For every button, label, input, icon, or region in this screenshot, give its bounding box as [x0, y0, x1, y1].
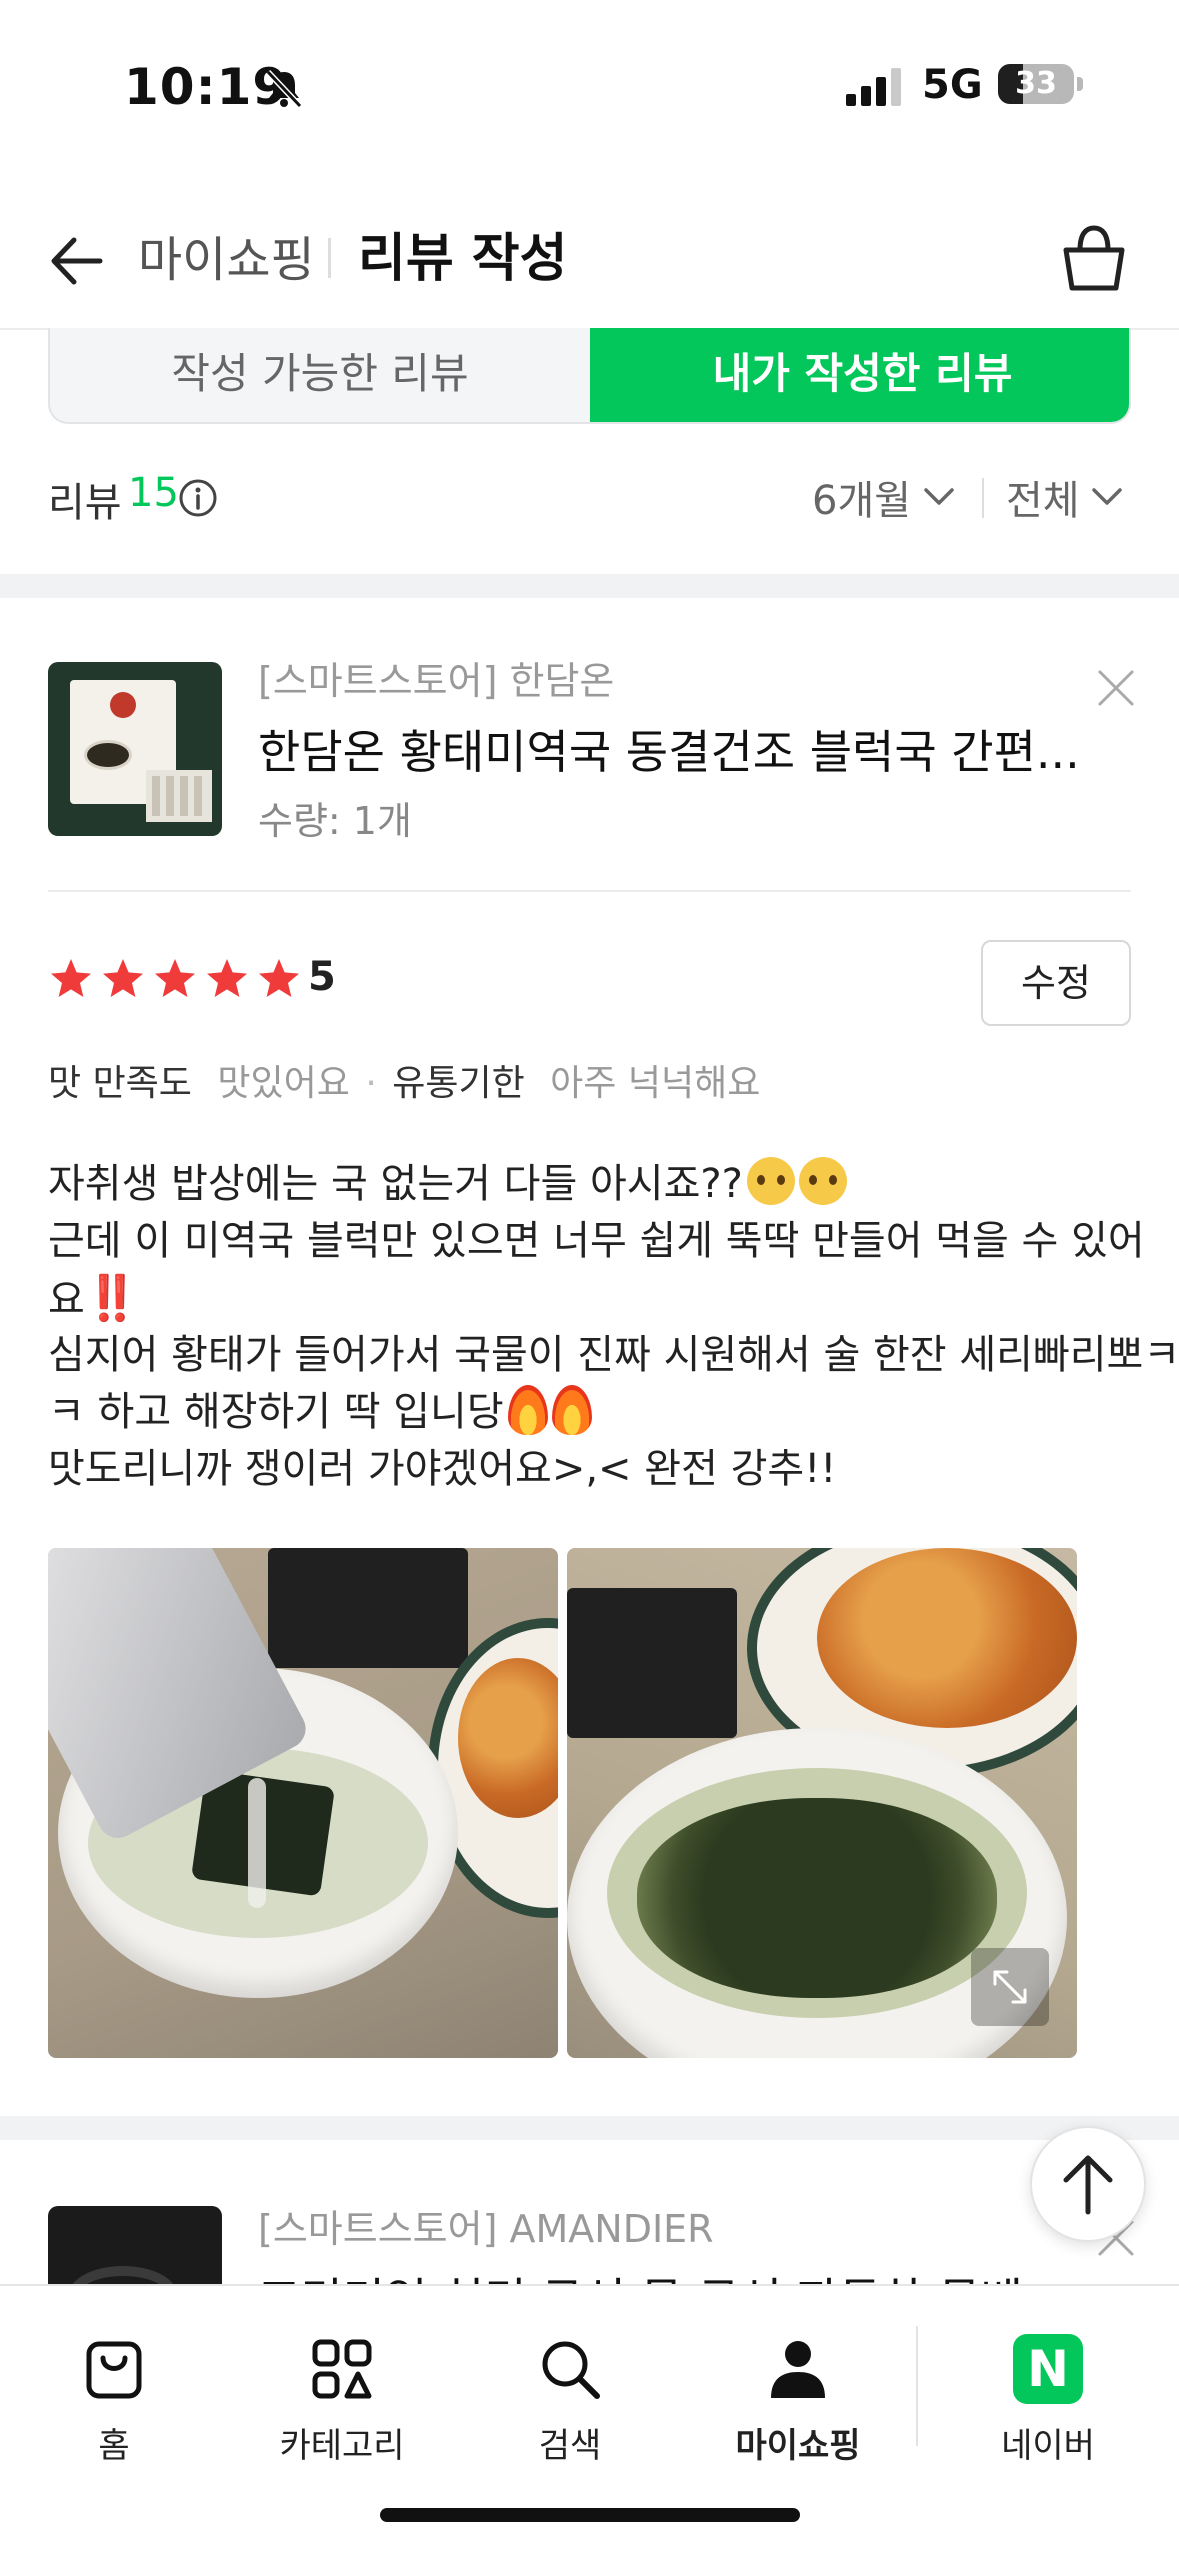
review-count: 15: [128, 470, 179, 516]
review-line-text: 근데 이 미역국 블럭만 있으면 너무 쉽게 뚝딱 만들어 먹을 수 있어: [48, 1218, 1145, 1264]
cellular-signal-icon: [846, 68, 901, 106]
nav-label: 홈: [98, 2426, 130, 2466]
attr-expiry-key: 유통기한: [392, 1063, 525, 1104]
nav-label: 카테고리: [279, 2426, 405, 2466]
close-icon[interactable]: [1094, 666, 1138, 710]
attr-expiry-value: 아주 넉넉해요: [550, 1063, 761, 1104]
nav-search[interactable]: 검색: [480, 2312, 660, 2472]
review-tabs: 작성 가능한 리뷰 내가 작성한 리뷰: [48, 328, 1131, 424]
review-line: 자취생 밥상에는 국 없는거 다들 아시죠??: [48, 1156, 1138, 1213]
product-thumbnail[interactable]: [48, 662, 222, 836]
review-line: 맛도리니까 쟁이러 가야겠어요>,< 완전 강추!!: [48, 1441, 1138, 1498]
star-icon: [259, 959, 299, 997]
category-grid-icon: [312, 2339, 372, 2399]
review-line: 근데 이 미역국 블럭만 있으면 너무 쉽게 뚝딱 만들어 먹을 수 있어: [48, 1213, 1145, 1270]
back-arrow-icon[interactable]: [40, 226, 110, 296]
page-title: 리뷰 작성: [358, 229, 568, 289]
nav-divider: [916, 2326, 918, 2446]
fire-emoji-icon: [551, 1385, 592, 1435]
review-line-text: 자취생 밥상에는 국 없는거 다들 아시죠??: [48, 1161, 743, 1207]
double-exclamation-emoji-icon: ‼️: [84, 1273, 140, 1324]
review-body: 자취생 밥상에는 국 없는거 다들 아시죠?? 근데 이 미역국 블럭만 있으면…: [48, 1156, 1179, 1498]
review-count-label: 리뷰: [48, 480, 122, 526]
product-name[interactable]: 한담온 황태미역국 동결건조 블럭국 간편...: [258, 716, 1080, 782]
attr-taste-key: 맛 만족도: [48, 1063, 192, 1104]
review-line-text: ㅋ 하고 해장하기 딱 입니당: [48, 1389, 504, 1435]
scroll-to-top-button[interactable]: [1030, 2126, 1146, 2242]
pleading-face-emoji-icon: [746, 1157, 795, 1205]
star-icon: [51, 959, 91, 997]
photo-seaweed-pack: [567, 1588, 737, 1738]
breadcrumb[interactable]: 마이쇼핑: [138, 220, 315, 290]
star-icon: [103, 959, 143, 997]
product-store[interactable]: [스마트스토어] 한담온: [258, 650, 614, 705]
nav-category[interactable]: 카테고리: [252, 2312, 432, 2472]
product-bowl-image: [84, 740, 132, 770]
review-line: ㅋ 하고 해장하기 딱 입니당: [48, 1384, 1138, 1441]
person-icon: [771, 2341, 825, 2398]
product-quantity: 수량: 1개: [258, 799, 412, 843]
search-icon: [542, 2341, 600, 2399]
review-line-text: 맛도리니까 쟁이러 가야겠어요>,< 완전 강추!!: [48, 1446, 837, 1492]
battery-level: 33: [1015, 66, 1057, 101]
network-type: 5G: [922, 62, 983, 108]
home-indicator: [380, 2508, 800, 2522]
photo-water-stream: [248, 1778, 266, 1908]
star-icon: [155, 959, 195, 997]
chevron-down-icon[interactable]: [1090, 482, 1124, 512]
tab-writable-reviews[interactable]: 작성 가능한 리뷰: [50, 328, 590, 422]
period-filter[interactable]: 6개월: [812, 468, 911, 526]
tab-my-reviews[interactable]: 내가 작성한 리뷰: [590, 328, 1129, 422]
battery-tip: [1077, 77, 1083, 91]
filter-divider: [982, 478, 984, 518]
review-line-text: 요: [48, 1277, 85, 1323]
app-header: 마이쇼핑 리뷰 작성: [0, 190, 1179, 330]
fire-emoji-icon: [507, 1385, 548, 1435]
section-divider: [0, 574, 1179, 598]
product-store[interactable]: [스마트스토어] AMANDIER: [258, 2198, 714, 2253]
product-packs-image: [146, 770, 212, 822]
nav-home[interactable]: 홈: [24, 2312, 204, 2472]
review-attributes: 맛 만족도 맛있어요 · 유통기한 아주 넉넉해요: [48, 1054, 760, 1106]
rating-score: 5: [308, 954, 336, 1000]
silent-bell-icon: [265, 69, 303, 109]
review-photo[interactable]: [48, 1548, 558, 2058]
review-line: 심지어 황태가 들어가서 국물이 진짜 시원해서 술 한잔 세리빠리뽀ㅋ.: [48, 1327, 1179, 1384]
photo-seaweed-soup: [637, 1798, 997, 1998]
status-bar: 10:19 5G 33: [0, 0, 1179, 170]
chevron-down-icon[interactable]: [922, 482, 956, 512]
shopping-bag-icon[interactable]: [1056, 220, 1132, 296]
section-divider: [0, 2116, 1179, 2140]
nav-naver[interactable]: N 네이버: [958, 2312, 1138, 2472]
nav-label: 네이버: [1001, 2426, 1095, 2466]
info-icon[interactable]: [178, 478, 218, 518]
review-line: 요‼️: [48, 1270, 1138, 1327]
type-filter[interactable]: 전체: [1006, 468, 1080, 526]
photo-seaweed-pack: [268, 1548, 468, 1668]
nav-my-shopping[interactable]: 마이쇼핑: [708, 2312, 888, 2472]
review-line-text: 심지어 황태가 들어가서 국물이 진짜 시원해서 술 한잔 세리빠리뽀ㅋ.: [48, 1332, 1179, 1378]
pleading-face-emoji-icon: [798, 1157, 847, 1205]
edit-review-button[interactable]: 수정: [981, 940, 1131, 1026]
nav-label: 검색: [538, 2426, 602, 2466]
attr-taste-value: 맛있어요: [217, 1063, 350, 1104]
card-divider: [48, 890, 1131, 892]
photo-meat: [817, 1548, 1077, 1728]
breadcrumb-divider: [328, 238, 331, 278]
attr-separator: ·: [365, 1063, 377, 1104]
arrow-up-icon: [1063, 2155, 1113, 2215]
nav-label: 마이쇼핑: [735, 2426, 861, 2466]
battery-icon: 33: [998, 64, 1074, 104]
expand-icon[interactable]: [971, 1948, 1049, 2026]
naver-n-icon: N: [1013, 2334, 1083, 2404]
review-photo[interactable]: [567, 1548, 1077, 2058]
star-icon: [207, 959, 247, 997]
product-logo-stamp: [110, 692, 136, 718]
shopping-bag-icon: [86, 2341, 142, 2399]
